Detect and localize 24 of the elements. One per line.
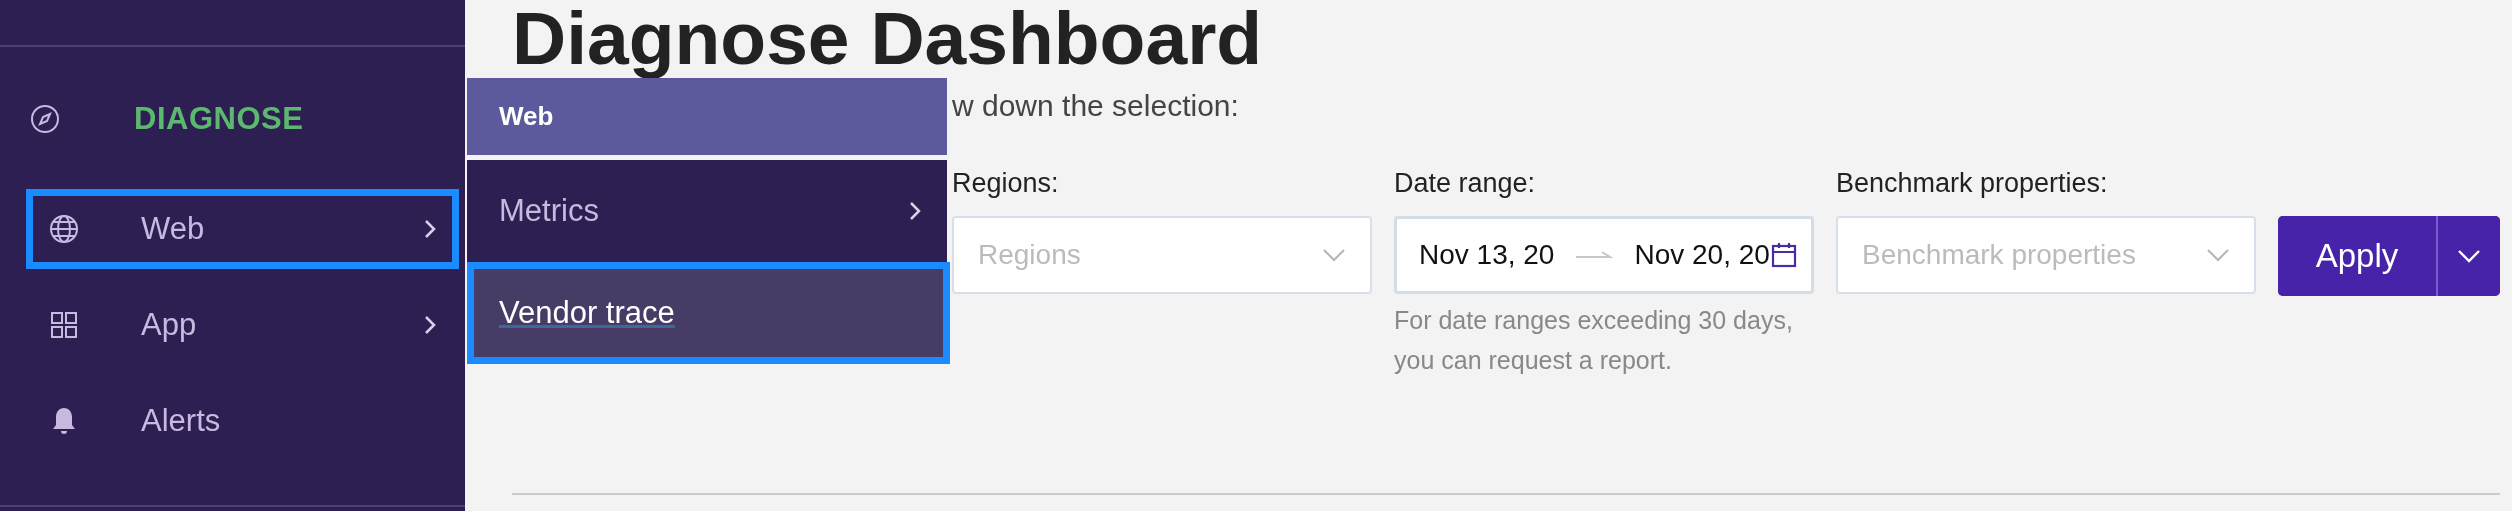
chevron-right-icon: [424, 315, 436, 335]
chevron-right-icon: [424, 219, 436, 239]
sidebar-item[interactable]: Alerts: [26, 381, 459, 461]
caret-icon: [2457, 249, 2481, 263]
field-label: Regions:: [952, 168, 1060, 200]
dropdown-button[interactable]: [2436, 216, 2500, 296]
sidebar-item[interactable]: App: [26, 285, 459, 365]
hint-text: For date ranges exceeding 30 days, you can request a report.: [1394, 305, 1794, 376]
caret-icon: [2206, 248, 2230, 262]
section-label: DIAGNOSE: [134, 101, 304, 137]
submenu-item[interactable]: Vendor trace: [467, 262, 950, 364]
submenu-header: Web: [467, 78, 947, 155]
date-range-field[interactable]: Nov 13, 20 Nov 20, 20: [1394, 216, 1814, 294]
grid-icon: [49, 310, 79, 340]
field-label: Benchmark properties:: [1836, 168, 2109, 200]
caret-icon: [1322, 248, 1346, 262]
globe-icon: [49, 214, 79, 244]
submenu-item[interactable]: Metrics: [467, 160, 947, 262]
calendar-icon: [1771, 242, 1797, 268]
chevron-right-icon: [909, 201, 921, 221]
compass-icon: [30, 104, 60, 134]
page-subtitle: w down the selection:: [952, 88, 1240, 124]
field-label: Date range:: [1394, 168, 1537, 200]
sidebar-item[interactable]: Web: [26, 189, 459, 269]
